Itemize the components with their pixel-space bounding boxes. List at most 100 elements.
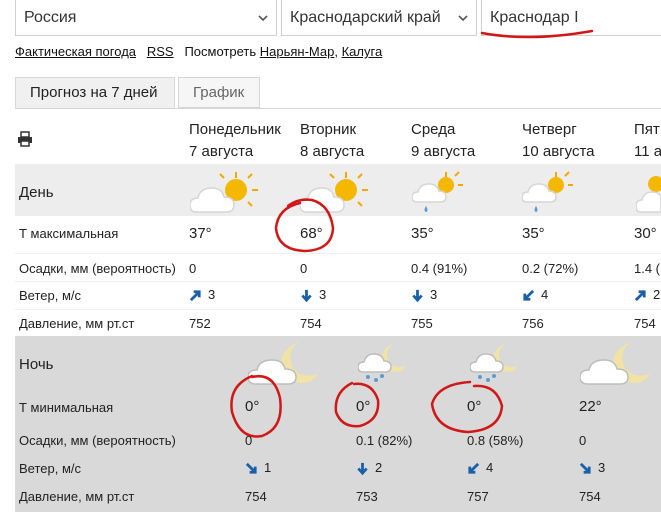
region-select[interactable]: Краснодарский край	[281, 0, 477, 36]
precip-value: 0	[189, 261, 197, 276]
wind-speed: 2	[375, 460, 383, 475]
rss-link[interactable]: RSS	[147, 44, 174, 59]
precip-value: 0.8 (58%)	[467, 433, 524, 448]
day-date: 10 августа	[522, 143, 595, 160]
sun-cloud-icon	[300, 172, 368, 213]
pressure-value: 752	[189, 316, 211, 331]
sun-cloud-icon	[636, 176, 661, 213]
pressure-value: 754	[579, 489, 601, 504]
day-name: Вторник	[300, 121, 357, 138]
comma-separator: ,	[334, 44, 338, 59]
city-select-value: Краснодар I	[490, 9, 579, 26]
wind-speed: 2	[653, 287, 661, 302]
tmax-value: 30°	[634, 225, 657, 242]
tmin-label: Т минимальная	[19, 400, 114, 415]
row-divider	[15, 281, 661, 282]
wind-cell: 3	[189, 287, 215, 302]
precip-label: Осадки, мм (вероятность)	[19, 433, 176, 448]
country-select-value: Россия	[24, 9, 77, 26]
wind-cell: 4	[467, 460, 493, 475]
arrow-southeast-icon	[245, 462, 257, 474]
wind-cell: 3	[300, 287, 327, 303]
day-header-tuesday: Вторник 8 августа	[300, 119, 364, 163]
city-select[interactable]: Краснодар I	[481, 0, 661, 36]
day-date: 9 августа	[411, 143, 476, 160]
pressure-value: 756	[522, 316, 544, 331]
arrow-southeast-icon	[579, 462, 591, 474]
view-label: Посмотреть	[184, 44, 257, 59]
chevron-down-icon	[458, 15, 468, 22]
region-select-value: Краснодарский край	[290, 9, 441, 26]
country-select[interactable]: Россия	[15, 0, 277, 36]
wind-speed: 3	[208, 287, 216, 302]
day-date: 8 августа	[300, 143, 365, 160]
arrow-northeast-icon	[189, 290, 201, 302]
precip-value: 0	[245, 433, 253, 448]
city-link-kaluga[interactable]: Калуга	[342, 44, 383, 59]
tmin-value: 0°	[245, 398, 260, 415]
printer-icon[interactable]	[17, 131, 33, 147]
pressure-value: 757	[467, 489, 489, 504]
pressure-value: 754	[300, 316, 322, 331]
precip-value: 1.4 (	[634, 261, 661, 276]
wind-cell: 2	[634, 287, 660, 302]
precip-value: 0	[579, 433, 587, 448]
row-divider	[15, 253, 661, 254]
arrow-southwest-icon	[468, 462, 480, 474]
tab-graph[interactable]: График	[178, 77, 260, 108]
pressure-value: 753	[356, 489, 378, 504]
pressure-label: Давление, мм рт.ст	[19, 489, 135, 504]
pressure-value: 754	[634, 316, 656, 331]
day-name: Пят	[634, 121, 660, 138]
pressure-value: 754	[245, 489, 267, 504]
arrow-down-icon	[412, 289, 423, 303]
pressure-value: 755	[411, 316, 433, 331]
tmax-label: Т максимальная	[19, 226, 119, 241]
day-date: 11 а	[634, 143, 661, 160]
moon-cloud-icon	[248, 342, 318, 385]
city-link-naryan-mar[interactable]: Нарьян-Мар	[260, 44, 335, 59]
day-header-thursday: Четверг 10 августа	[522, 119, 595, 163]
tmax-value: 68°	[300, 225, 323, 242]
wind-cell: 4	[522, 287, 548, 302]
tmax-value: 35°	[411, 225, 434, 242]
arrow-down-icon	[357, 462, 368, 476]
moon-cloud-icon	[580, 342, 650, 385]
wind-cell: 2	[356, 460, 383, 476]
sun-cloud-rain-icon	[522, 171, 573, 212]
tab-divider	[15, 108, 661, 109]
day-date: 7 августа	[189, 143, 254, 160]
moon-cloud-snow-icon	[470, 344, 518, 382]
wind-speed: 4	[541, 287, 549, 302]
tmin-value: 0°	[467, 398, 482, 415]
row-divider	[15, 309, 661, 310]
precip-value: 0.2 (72%)	[522, 261, 579, 276]
tmin-value: 22°	[579, 398, 602, 415]
precip-label: Осадки, мм (вероятность)	[19, 261, 176, 276]
wind-speed: 4	[486, 460, 494, 475]
wind-label: Ветер, м/с	[19, 288, 82, 303]
moon-cloud-snow-icon	[358, 344, 406, 382]
day-header-monday: Понедельник 7 августа	[189, 119, 281, 163]
tmin-value: 0°	[356, 398, 371, 415]
wind-cell: 3	[579, 460, 605, 475]
sun-cloud-icon	[190, 172, 258, 213]
wind-speed: 1	[264, 460, 272, 475]
wind-cell: 3	[411, 287, 438, 303]
chevron-down-icon	[258, 15, 268, 22]
day-name: Четверг	[522, 121, 577, 138]
wind-speed: 3	[430, 287, 438, 302]
day-name: Среда	[411, 121, 456, 138]
wind-speed: 3	[598, 460, 606, 475]
tmax-value: 37°	[189, 225, 212, 242]
wind-label: Ветер, м/с	[19, 461, 82, 476]
actual-weather-link[interactable]: Фактическая погода	[15, 44, 136, 59]
tab-7-day-forecast[interactable]: Прогноз на 7 дней	[15, 77, 175, 108]
precip-value: 0	[300, 261, 308, 276]
links-row: Фактическая погода RSS Посмотреть Нарьян…	[15, 44, 382, 59]
wind-speed: 3	[319, 287, 327, 302]
day-name: Понедельник	[189, 121, 281, 138]
arrow-northeast-icon	[634, 290, 646, 302]
day-header-wednesday: Среда 9 августа	[411, 119, 475, 163]
night-section-title: Ночь	[19, 356, 54, 373]
